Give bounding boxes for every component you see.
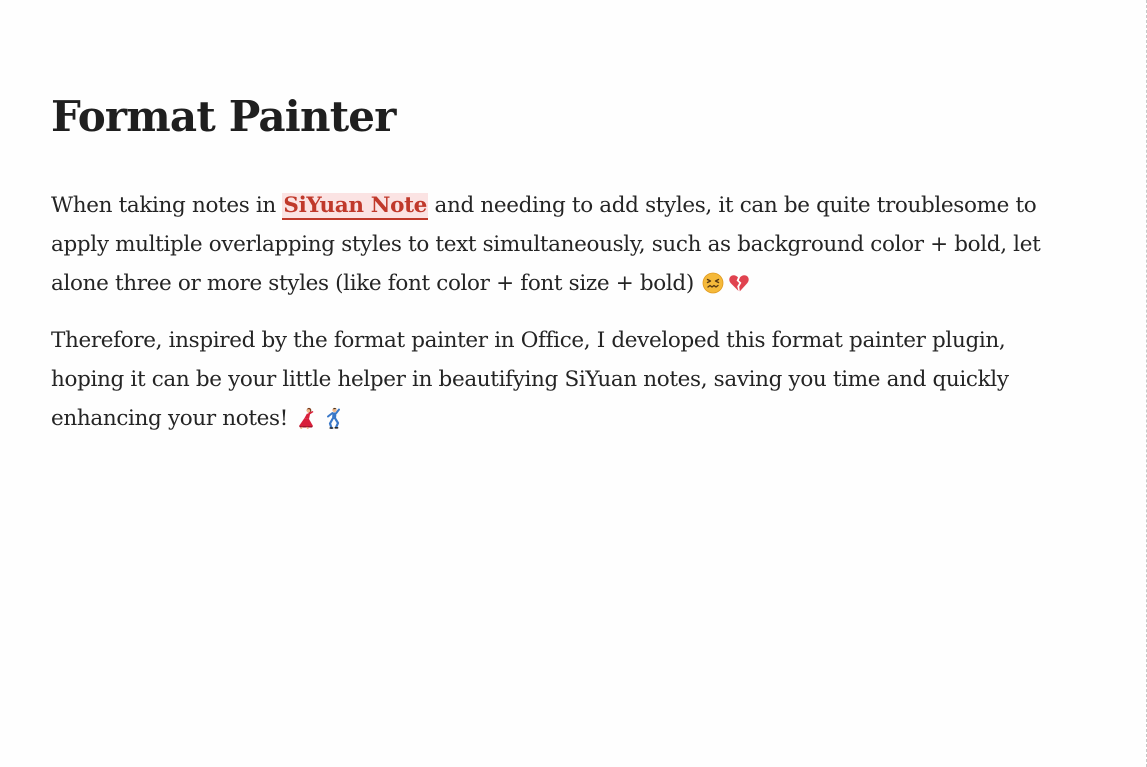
paragraph-intro: When taking notes in SiYuan Note and nee…: [51, 186, 1051, 303]
paragraph-motivation: Therefore, inspired by the format painte…: [51, 321, 1051, 438]
confounded-face-icon: [702, 272, 724, 294]
siyuan-note-highlight[interactable]: SiYuan Note: [282, 193, 428, 220]
page-title: Format Painter: [51, 92, 396, 141]
dancing-woman-icon: [299, 407, 314, 429]
paragraph-intro-text-start: When taking notes in: [51, 193, 283, 218]
paragraph-motivation-text: Therefore, inspired by the format painte…: [51, 328, 1009, 431]
dancing-man-icon: [327, 407, 341, 429]
document-content: Format Painter When taking notes in SiYu…: [51, 88, 1051, 438]
note-page: Format Painter When taking notes in SiYu…: [0, 0, 1143, 767]
broken-heart-icon: [729, 275, 750, 292]
